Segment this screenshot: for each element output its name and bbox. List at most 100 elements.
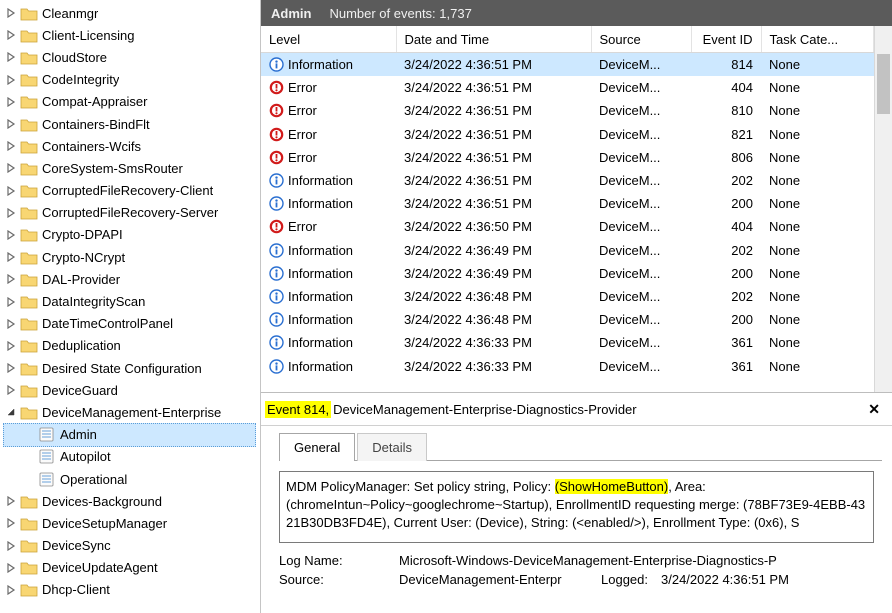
tree-item-label: CorruptedFileRecovery-Server <box>42 205 218 220</box>
tree-item[interactable]: DAL-Provider <box>4 268 260 290</box>
tree-item-label: Containers-Wcifs <box>42 139 141 154</box>
tree-item[interactable]: CorruptedFileRecovery-Server <box>4 202 260 224</box>
error-icon <box>269 219 284 234</box>
chevron-right-icon[interactable] <box>4 317 18 331</box>
chevron-right-icon[interactable] <box>4 250 18 264</box>
tree-item[interactable]: Compat-Appraiser <box>4 91 260 113</box>
folder-icon <box>20 183 38 199</box>
chevron-right-icon[interactable] <box>4 272 18 286</box>
tree-item[interactable]: Operational <box>4 468 260 490</box>
tree-item[interactable]: CorruptedFileRecovery-Client <box>4 180 260 202</box>
chevron-right-icon[interactable] <box>4 228 18 242</box>
tree-item[interactable]: CoreSystem-SmsRouter <box>4 157 260 179</box>
event-source: DeviceM... <box>591 169 691 192</box>
col-eventid[interactable]: Event ID <box>691 26 761 53</box>
tree-item[interactable]: DeviceSetupManager <box>4 512 260 534</box>
event-date: 3/24/2022 4:36:51 PM <box>396 169 591 192</box>
tab-details[interactable]: Details <box>357 433 427 461</box>
chevron-right-icon[interactable] <box>4 139 18 153</box>
tab-general[interactable]: General <box>279 433 355 461</box>
chevron-right-icon[interactable] <box>4 184 18 198</box>
col-source[interactable]: Source <box>591 26 691 53</box>
chevron-down-icon[interactable] <box>4 405 18 419</box>
chevron-right-icon[interactable] <box>4 494 18 508</box>
close-icon[interactable]: ✕ <box>864 401 884 418</box>
event-row[interactable]: Error3/24/2022 4:36:51 PMDeviceM...404No… <box>261 76 874 99</box>
chevron-right-icon[interactable] <box>4 95 18 109</box>
chevron-right-icon[interactable] <box>4 50 18 64</box>
info-icon <box>269 196 284 211</box>
tree-item-label: Client-Licensing <box>42 28 135 43</box>
col-task[interactable]: Task Cate... <box>761 26 874 53</box>
chevron-right-icon[interactable] <box>4 539 18 553</box>
event-id: 200 <box>691 262 761 285</box>
tree-item[interactable]: Desired State Configuration <box>4 357 260 379</box>
chevron-right-icon[interactable] <box>4 339 18 353</box>
chevron-right-icon[interactable] <box>4 28 18 42</box>
event-row[interactable]: Information3/24/2022 4:36:49 PMDeviceM..… <box>261 239 874 262</box>
event-grid[interactable]: Level Date and Time Source Event ID Task… <box>261 26 874 392</box>
event-date: 3/24/2022 4:36:50 PM <box>396 215 591 238</box>
tree-item[interactable]: DeviceUpdateAgent <box>4 557 260 579</box>
event-date: 3/24/2022 4:36:49 PM <box>396 262 591 285</box>
tree-item[interactable]: Containers-Wcifs <box>4 135 260 157</box>
tree-item[interactable]: DeviceSync <box>4 535 260 557</box>
tree-item[interactable]: DeviceGuard <box>4 379 260 401</box>
tree-item[interactable]: Crypto-NCrypt <box>4 246 260 268</box>
info-icon <box>269 312 284 327</box>
tree-item[interactable]: DeviceManagement-Enterprise <box>4 401 260 423</box>
event-row[interactable]: Error3/24/2022 4:36:51 PMDeviceM...821No… <box>261 123 874 146</box>
grid-scrollbar[interactable] <box>874 26 892 392</box>
event-date: 3/24/2022 4:36:51 PM <box>396 146 591 169</box>
chevron-right-icon[interactable] <box>4 383 18 397</box>
event-row[interactable]: Information3/24/2022 4:36:51 PMDeviceM..… <box>261 192 874 215</box>
tree-spacer <box>22 428 36 442</box>
tree-item[interactable]: Containers-BindFlt <box>4 113 260 135</box>
chevron-right-icon[interactable] <box>4 561 18 575</box>
chevron-right-icon[interactable] <box>4 73 18 87</box>
chevron-right-icon[interactable] <box>4 117 18 131</box>
tree-item[interactable]: Devices-Background <box>4 490 260 512</box>
grid-header-row[interactable]: Level Date and Time Source Event ID Task… <box>261 26 874 53</box>
event-row[interactable]: Information3/24/2022 4:36:51 PMDeviceM..… <box>261 169 874 192</box>
tree-item[interactable]: CodeIntegrity <box>4 69 260 91</box>
event-level: Information <box>288 243 353 258</box>
event-row[interactable]: Information3/24/2022 4:36:51 PMDeviceM..… <box>261 53 874 77</box>
event-row[interactable]: Information3/24/2022 4:36:33 PMDeviceM..… <box>261 354 874 377</box>
event-row[interactable]: Information3/24/2022 4:36:48 PMDeviceM..… <box>261 285 874 308</box>
col-date[interactable]: Date and Time <box>396 26 591 53</box>
chevron-right-icon[interactable] <box>4 516 18 530</box>
tree-item[interactable]: CloudStore <box>4 46 260 68</box>
scrollbar-thumb[interactable] <box>877 54 890 114</box>
pane-title: Admin <box>271 6 311 21</box>
chevron-right-icon[interactable] <box>4 161 18 175</box>
tree-item[interactable]: Dhcp-Client <box>4 579 260 601</box>
event-row[interactable]: Error3/24/2022 4:36:50 PMDeviceM...404No… <box>261 215 874 238</box>
chevron-right-icon[interactable] <box>4 583 18 597</box>
tree-item[interactable]: Cleanmgr <box>4 2 260 24</box>
log-tree[interactable]: Cleanmgr Client-Licensing CloudStoreCodeIn… <box>0 0 261 613</box>
tree-item-label: DeviceSetupManager <box>42 516 167 531</box>
tree-item[interactable]: Deduplication <box>4 335 260 357</box>
tree-item[interactable]: Client-Licensing <box>4 24 260 46</box>
event-row[interactable]: Information3/24/2022 4:36:49 PMDeviceM..… <box>261 262 874 285</box>
chevron-right-icon[interactable] <box>4 6 18 20</box>
tree-item[interactable]: Crypto-DPAPI <box>4 224 260 246</box>
chevron-right-icon[interactable] <box>4 206 18 220</box>
tree-item[interactable]: DataIntegrityScan <box>4 290 260 312</box>
col-level[interactable]: Level <box>261 26 396 53</box>
event-row[interactable]: Error3/24/2022 4:36:51 PMDeviceM...810No… <box>261 99 874 122</box>
event-row[interactable]: Error3/24/2022 4:36:51 PMDeviceM...806No… <box>261 146 874 169</box>
event-source: DeviceM... <box>591 285 691 308</box>
info-icon <box>269 359 284 374</box>
tree-item[interactable]: Autopilot <box>4 446 260 468</box>
event-row[interactable]: Information3/24/2022 4:36:48 PMDeviceM..… <box>261 308 874 331</box>
tree-item[interactable]: Admin <box>3 423 256 447</box>
tree-item-label: Devices-Background <box>42 494 162 509</box>
event-id: 814 <box>691 53 761 77</box>
chevron-right-icon[interactable] <box>4 361 18 375</box>
event-row[interactable]: Information3/24/2022 4:36:33 PMDeviceM..… <box>261 331 874 354</box>
chevron-right-icon[interactable] <box>4 295 18 309</box>
detail-event-id: Event 814, <box>265 401 331 418</box>
tree-item[interactable]: DateTimeControlPanel <box>4 313 260 335</box>
